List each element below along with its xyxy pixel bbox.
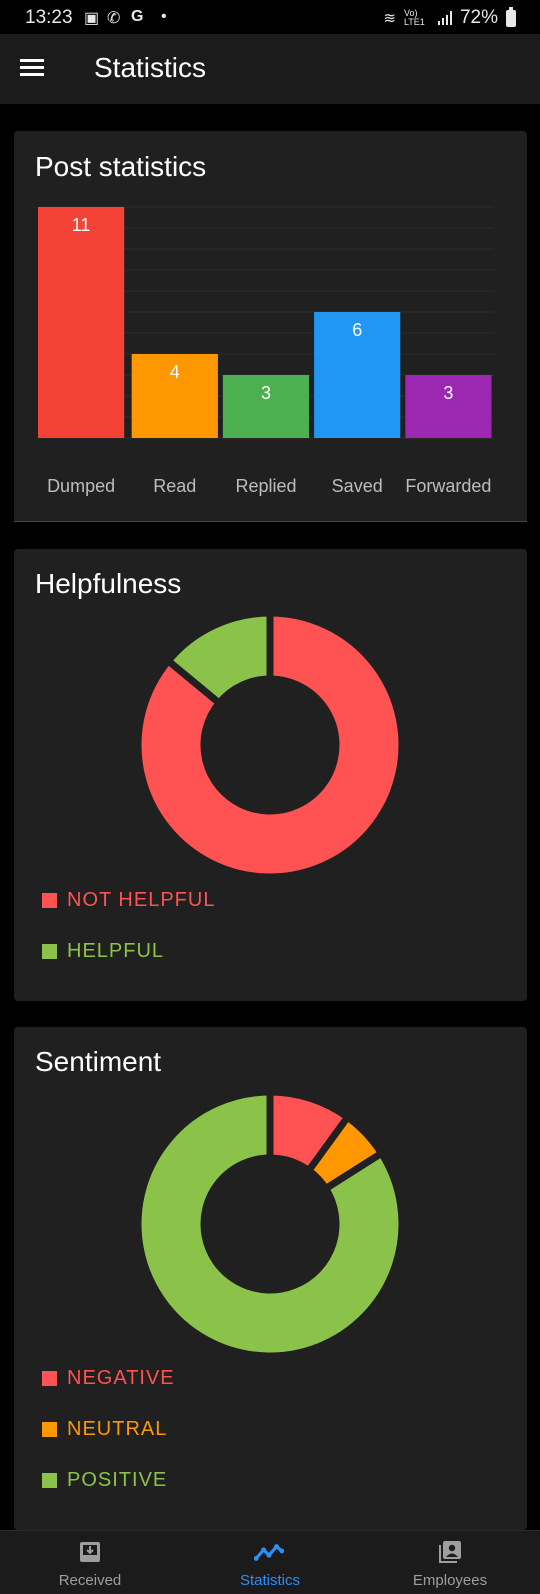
bar-category-label: Saved bbox=[332, 476, 383, 496]
inbox-icon bbox=[80, 1542, 100, 1562]
bar-dumped bbox=[38, 207, 125, 438]
status-bar: 13:23 ▣ ✆ G • ≋ Vo) LTE1 72% bbox=[0, 0, 540, 34]
legend-neutral: NEUTRAL bbox=[42, 1418, 167, 1441]
bar-category-label: Dumped bbox=[47, 476, 115, 496]
bar-category-label: Read bbox=[153, 476, 196, 496]
bar-category-label: Replied bbox=[235, 476, 296, 496]
contacts-icon bbox=[439, 1541, 461, 1563]
legend-swatch bbox=[42, 1473, 57, 1488]
app-bar: Statistics bbox=[0, 34, 540, 104]
bar-value-label: 3 bbox=[443, 383, 453, 403]
legend-swatch bbox=[42, 944, 57, 959]
battery-label: 72% bbox=[459, 7, 498, 28]
helpfulness-card: Helpfulness NOT HELPFUL HELPFUL bbox=[14, 549, 527, 1001]
legend-label: NOT HELPFUL bbox=[67, 889, 216, 911]
trending-icon bbox=[254, 1544, 284, 1561]
whatsapp-icon: ✆ bbox=[107, 10, 121, 27]
bar-value-label: 11 bbox=[72, 215, 91, 235]
dot-icon: • bbox=[161, 8, 167, 25]
image-icon: ▣ bbox=[84, 10, 100, 27]
nav-employees[interactable]: Employees bbox=[360, 1531, 540, 1594]
legend-swatch bbox=[42, 1371, 57, 1386]
nav-statistics[interactable]: Statistics bbox=[180, 1531, 360, 1594]
google-icon: G bbox=[131, 8, 144, 25]
legend-label: NEUTRAL bbox=[67, 1418, 168, 1440]
legend-negative: NEGATIVE bbox=[42, 1367, 175, 1390]
hamburger-icon[interactable] bbox=[20, 59, 44, 77]
legend-swatch bbox=[42, 893, 57, 908]
legend-positive: POSITIVE bbox=[42, 1469, 167, 1492]
legend-swatch bbox=[42, 1422, 57, 1437]
nav-received-label: Received bbox=[58, 1572, 122, 1589]
sentiment-card: Sentiment NEGATIVE NEUTRAL POSITIVE bbox=[14, 1027, 527, 1530]
page-title: Statistics bbox=[94, 52, 207, 83]
legend-not-helpful: NOT HELPFUL bbox=[42, 889, 215, 912]
legend-label: NEGATIVE bbox=[67, 1367, 175, 1389]
post-statistics-chart: 11 Dumped 4 Read 3 Replied 6 Saved 3 Forwarded bbox=[38, 206, 494, 496]
nav-employees-label: Employees bbox=[412, 1572, 488, 1589]
signal-icon bbox=[437, 11, 452, 25]
status-time: 13:23 bbox=[25, 7, 73, 28]
legend-label: HELPFUL bbox=[67, 940, 165, 962]
battery-icon bbox=[506, 6, 516, 27]
sentiment-donut-chart bbox=[134, 1088, 406, 1360]
bottom-navigation: Received Statistics Employees bbox=[0, 1530, 540, 1594]
wifi-icon: ≋ bbox=[383, 10, 396, 27]
bar-value-label: 4 bbox=[170, 362, 180, 382]
bar-category-label: Forwarded bbox=[405, 476, 491, 496]
legend-label: POSITIVE bbox=[67, 1469, 168, 1491]
network-label: Vo) LTE1 bbox=[403, 8, 425, 27]
nav-statistics-label: Statistics bbox=[239, 1572, 300, 1589]
bar-value-label: 3 bbox=[261, 383, 271, 403]
post-statistics-card: Post statistics 11 Dumped 4 Read 3 Replied 6 Sa… bbox=[14, 131, 527, 522]
nav-received[interactable]: Received bbox=[0, 1531, 180, 1594]
legend-helpful: HELPFUL bbox=[42, 940, 164, 963]
bar-value-label: 6 bbox=[352, 320, 362, 340]
helpfulness-donut-chart bbox=[134, 609, 406, 881]
